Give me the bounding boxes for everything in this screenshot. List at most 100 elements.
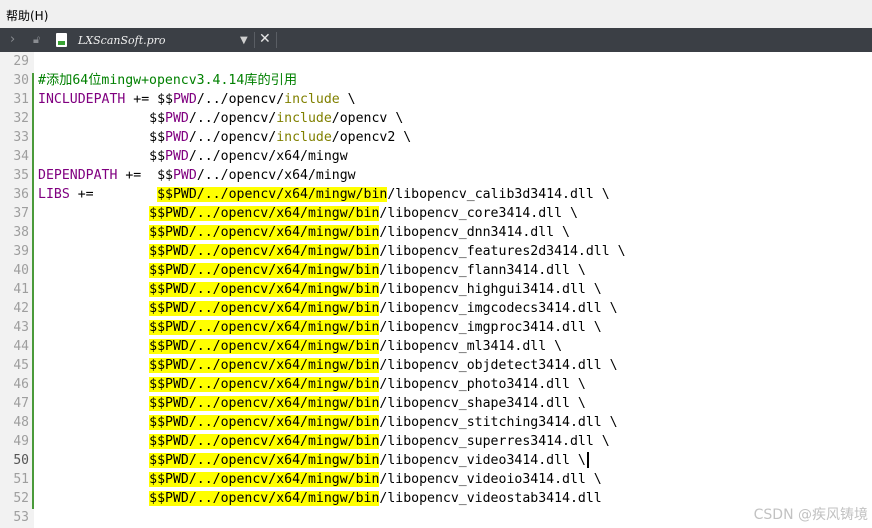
search-highlight: $$PWD/../opencv/x64/mingw/bin xyxy=(149,206,380,221)
line-number: 35 xyxy=(13,168,29,183)
code-line[interactable]: 42 $$PWD/../opencv/x64/mingw/bin/libopen… xyxy=(0,299,872,318)
code-token: /libopencv_video3414.dll \ xyxy=(379,453,586,468)
code-token: /../opencv/x64/mingw xyxy=(196,168,356,183)
chevron-down-icon[interactable]: ▼ xyxy=(240,33,248,49)
line-number: 40 xyxy=(13,263,29,278)
code-line[interactable]: 39 $$PWD/../opencv/x64/mingw/bin/libopen… xyxy=(0,242,872,261)
code-token: /libopencv_videoio3414.dll \ xyxy=(379,472,602,487)
code-token: \ xyxy=(339,92,356,107)
code-token: /opencv \ xyxy=(331,111,404,126)
search-highlight: $$PWD/../opencv/x64/mingw/bin xyxy=(149,377,380,392)
code-text: $$PWD/../opencv/x64/mingw/bin/libopencv_… xyxy=(38,204,578,223)
code-text: $$PWD/../opencv/x64/mingw/bin/libopencv_… xyxy=(38,394,586,413)
code-line[interactable]: 47 $$PWD/../opencv/x64/mingw/bin/libopen… xyxy=(0,394,872,413)
code-line[interactable]: 49 $$PWD/../opencv/x64/mingw/bin/libopen… xyxy=(0,432,872,451)
line-number: 46 xyxy=(13,377,29,392)
code-line[interactable]: 33 $$PWD/../opencv/include/opencv2 \ xyxy=(0,128,872,147)
code-token: $$ xyxy=(38,149,166,164)
code-line[interactable]: 52 $$PWD/../opencv/x64/mingw/bin/libopen… xyxy=(0,489,872,508)
tab-title[interactable]: LXScanSoft.pro xyxy=(78,34,166,47)
line-number: 52 xyxy=(13,491,29,506)
code-token: PWD xyxy=(172,92,197,107)
divider xyxy=(254,32,255,48)
code-editor[interactable]: 29 30 #添加64位mingw+opencv3.4.14库的引用 31 INCLUD… xyxy=(0,52,872,527)
code-token: /libopencv_imgproc3414.dll \ xyxy=(379,320,602,335)
menu-bar: 帮助(H) xyxy=(0,0,872,28)
close-icon[interactable]: ✕ xyxy=(259,31,271,47)
code-line[interactable]: 32 $$PWD/../opencv/include/opencv \ xyxy=(0,109,872,128)
line-number: 49 xyxy=(13,434,29,449)
code-line[interactable]: 31 INCLUDEPATH += $$PWD/../opencv/include… xyxy=(0,90,872,109)
code-text: $$PWD/../opencv/x64/mingw/bin/libopencv_… xyxy=(38,356,618,375)
code-text: $$PWD/../opencv/x64/mingw/bin/libopencv_… xyxy=(38,413,618,432)
line-number: 39 xyxy=(13,244,29,259)
code-token: LIBS xyxy=(38,187,70,202)
line-number: 31 xyxy=(13,92,29,107)
line-number: 43 xyxy=(13,320,29,335)
code-token: /../opencv/x64/mingw xyxy=(188,149,348,164)
search-highlight: $$PWD/../opencv/x64/mingw/bin xyxy=(149,358,380,373)
code-line[interactable]: 29 xyxy=(0,52,872,71)
code-text: $$PWD/../opencv/x64/mingw/bin/libopencv_… xyxy=(38,451,589,470)
code-line[interactable]: 38 $$PWD/../opencv/x64/mingw/bin/libopen… xyxy=(0,223,872,242)
code-token: include xyxy=(276,111,332,126)
code-line[interactable]: 48 $$PWD/../opencv/x64/mingw/bin/libopen… xyxy=(0,413,872,432)
code-line[interactable]: 44 $$PWD/../opencv/x64/mingw/bin/libopen… xyxy=(0,337,872,356)
search-highlight: $$PWD/../opencv/x64/mingw/bin xyxy=(149,301,380,316)
code-text: $$PWD/../opencv/x64/mingw/bin/libopencv_… xyxy=(38,280,602,299)
code-text: $$PWD/../opencv/x64/mingw/bin/libopencv_… xyxy=(38,337,562,356)
code-token: DEPENDPATH xyxy=(38,168,118,183)
code-line[interactable]: 30 #添加64位mingw+opencv3.4.14库的引用 xyxy=(0,71,872,90)
code-line[interactable]: 45 $$PWD/../opencv/x64/mingw/bin/libopen… xyxy=(0,356,872,375)
code-text: DEPENDPATH += $$PWD/../opencv/x64/mingw xyxy=(38,166,356,185)
code-line[interactable]: 53 xyxy=(0,508,872,527)
code-token: include xyxy=(284,92,340,107)
code-token: /libopencv_stitching3414.dll \ xyxy=(379,415,618,430)
code-line[interactable]: 50 $$PWD/../opencv/x64/mingw/bin/libopen… xyxy=(0,451,872,470)
code-line[interactable]: 36 LIBS += $$PWD/../opencv/x64/mingw/bin/… xyxy=(0,185,872,204)
line-number: 30 xyxy=(13,73,29,88)
code-text: $$PWD/../opencv/x64/mingw/bin/libopencv_… xyxy=(38,375,586,394)
chevron-right-icon[interactable]: › xyxy=(10,32,15,48)
line-number: 36 xyxy=(13,187,29,202)
search-highlight: $$PWD/../opencv/x64/mingw/bin xyxy=(149,415,380,430)
code-token: /../opencv/ xyxy=(188,130,277,145)
search-highlight: $$PWD/../opencv/x64/mingw/bin xyxy=(149,396,380,411)
code-token: PWD xyxy=(165,130,189,145)
code-line[interactable]: 51 $$PWD/../opencv/x64/mingw/bin/libopen… xyxy=(0,470,872,489)
line-number: 38 xyxy=(13,225,29,240)
code-token: /libopencv_flann3414.dll \ xyxy=(379,263,586,278)
code-line[interactable]: 35 DEPENDPATH += $$PWD/../opencv/x64/ming… xyxy=(0,166,872,185)
code-token: /libopencv_photo3414.dll \ xyxy=(379,377,586,392)
line-number: 41 xyxy=(13,282,29,297)
line-number: 47 xyxy=(13,396,29,411)
code-line[interactable]: 46 $$PWD/../opencv/x64/mingw/bin/libopen… xyxy=(0,375,872,394)
code-line[interactable]: 37 $$PWD/../opencv/x64/mingw/bin/libopen… xyxy=(0,204,872,223)
code-line[interactable]: 43 $$PWD/../opencv/x64/mingw/bin/libopen… xyxy=(0,318,872,337)
watermark: CSDN @疾风铸境 xyxy=(753,507,868,523)
code-token: /../opencv/ xyxy=(196,92,285,107)
code-text: #添加64位mingw+opencv3.4.14库的引用 xyxy=(38,71,297,90)
code-token: += $$ xyxy=(117,168,173,183)
code-token: INCLUDEPATH xyxy=(38,92,126,107)
code-token: #添加64位mingw+opencv3.4.14库的引用 xyxy=(38,73,298,88)
line-number: 44 xyxy=(13,339,29,354)
code-text: $$PWD/../opencv/x64/mingw/bin/libopencv_… xyxy=(38,489,602,508)
code-line[interactable]: 41 $$PWD/../opencv/x64/mingw/bin/libopen… xyxy=(0,280,872,299)
code-token: /libopencv_imgcodecs3414.dll \ xyxy=(379,301,618,316)
code-text: $$PWD/../opencv/x64/mingw/bin/libopencv_… xyxy=(38,299,618,318)
code-line[interactable]: 34 $$PWD/../opencv/x64/mingw xyxy=(0,147,872,166)
code-token: /libopencv_objdetect3414.dll \ xyxy=(379,358,618,373)
menu-help[interactable]: 帮助(H) xyxy=(6,7,48,24)
code-line[interactable]: 40 $$PWD/../opencv/x64/mingw/bin/libopen… xyxy=(0,261,872,280)
code-text: $$PWD/../opencv/x64/mingw/bin/libopencv_… xyxy=(38,432,610,451)
code-text: $$PWD/../opencv/x64/mingw/bin/libopencv_… xyxy=(38,261,586,280)
